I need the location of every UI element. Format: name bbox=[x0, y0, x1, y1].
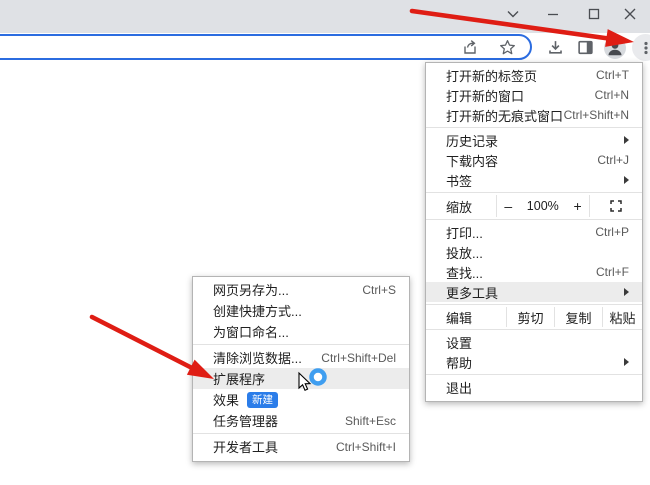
submenu-arrow-icon bbox=[624, 136, 629, 144]
menu-item-shortcut: Ctrl+Shift+I bbox=[336, 440, 396, 454]
menu-item-shortcut: Shift+Esc bbox=[345, 414, 396, 428]
menu-dots-icon bbox=[638, 40, 650, 56]
menu-item-settings[interactable]: 设置 bbox=[426, 332, 642, 352]
menu-item-zoom: 缩放 – 100% + bbox=[426, 195, 642, 217]
minimize-button[interactable] bbox=[536, 2, 570, 26]
menu-item-shortcut: Ctrl+Shift+Del bbox=[321, 351, 396, 365]
menu-separator bbox=[426, 127, 642, 128]
menu-item-shortcut: Ctrl+Shift+N bbox=[564, 108, 629, 122]
menu-item-name-window[interactable]: 为窗口命名... bbox=[193, 321, 409, 342]
menu-item-label: 缩放 bbox=[446, 197, 496, 216]
menu-item-cast[interactable]: 投放... bbox=[426, 242, 642, 262]
menu-item-label: 打印... bbox=[446, 223, 595, 242]
menu-item-history[interactable]: 历史记录 bbox=[426, 130, 642, 150]
menu-item-label: 打开新的无痕式窗口 bbox=[446, 106, 564, 125]
menu-item-effects[interactable]: 效果 新建 bbox=[193, 389, 409, 410]
paste-button[interactable]: 粘贴 bbox=[603, 308, 642, 327]
cut-button[interactable]: 剪切 bbox=[507, 308, 554, 327]
menu-separator bbox=[426, 329, 642, 330]
menu-item-label: 退出 bbox=[446, 378, 629, 397]
menu-item-new-incognito-window[interactable]: 打开新的无痕式窗口 Ctrl+Shift+N bbox=[426, 105, 642, 125]
menu-item-downloads[interactable]: 下载内容 Ctrl+J bbox=[426, 150, 642, 170]
zoom-in-button[interactable]: + bbox=[573, 198, 581, 214]
menu-item-shortcut: Ctrl+F bbox=[596, 265, 629, 279]
menu-item-shortcut: Ctrl+P bbox=[595, 225, 629, 239]
menu-item-bookmarks[interactable]: 书签 bbox=[426, 170, 642, 190]
menu-item-shortcut: Ctrl+T bbox=[596, 68, 629, 82]
menu-item-edit: 编辑 剪切 复制 粘贴 bbox=[426, 307, 642, 327]
bookmark-star-icon[interactable] bbox=[494, 34, 520, 60]
menu-separator bbox=[426, 192, 642, 193]
menu-item-extensions[interactable]: 扩展程序 bbox=[193, 368, 409, 389]
menu-item-label: 清除浏览数据... bbox=[213, 348, 321, 367]
menu-item-label: 开发者工具 bbox=[213, 437, 336, 456]
submenu-arrow-icon bbox=[624, 176, 629, 184]
fullscreen-button[interactable] bbox=[590, 200, 642, 212]
menu-item-label: 查找... bbox=[446, 263, 596, 282]
menu-item-label: 更多工具 bbox=[446, 283, 618, 302]
menu-item-developer-tools[interactable]: 开发者工具 Ctrl+Shift+I bbox=[193, 436, 409, 457]
menu-separator bbox=[426, 304, 642, 305]
fullscreen-icon bbox=[610, 200, 622, 212]
menu-item-label: 历史记录 bbox=[446, 131, 618, 150]
menu-separator bbox=[426, 219, 642, 220]
menu-item-save-page-as[interactable]: 网页另存为... Ctrl+S bbox=[193, 279, 409, 300]
menu-item-task-manager[interactable]: 任务管理器 Shift+Esc bbox=[193, 410, 409, 431]
menu-item-label: 设置 bbox=[446, 333, 629, 352]
menu-item-shortcut: Ctrl+S bbox=[362, 283, 396, 297]
maximize-button[interactable] bbox=[577, 2, 611, 26]
menu-item-exit[interactable]: 退出 bbox=[426, 377, 642, 397]
menu-item-label: 投放... bbox=[446, 243, 629, 262]
menu-separator bbox=[193, 433, 409, 434]
menu-item-new-window[interactable]: 打开新的窗口 Ctrl+N bbox=[426, 85, 642, 105]
zoom-level-value: 100% bbox=[527, 199, 559, 213]
menu-item-find[interactable]: 查找... Ctrl+F bbox=[426, 262, 642, 282]
menu-separator bbox=[426, 374, 642, 375]
menu-item-label: 打开新的窗口 bbox=[446, 86, 595, 105]
submenu-arrow-icon bbox=[624, 288, 629, 296]
menu-item-shortcut: Ctrl+N bbox=[595, 88, 629, 102]
window-titlebar bbox=[0, 0, 650, 33]
menu-item-print[interactable]: 打印... Ctrl+P bbox=[426, 222, 642, 242]
share-icon[interactable] bbox=[456, 34, 482, 60]
profile-icon[interactable] bbox=[602, 35, 628, 61]
menu-item-label: 下载内容 bbox=[446, 151, 597, 170]
menu-item-more-tools[interactable]: 更多工具 bbox=[426, 282, 642, 302]
menu-item-create-shortcut[interactable]: 创建快捷方式... bbox=[193, 300, 409, 321]
side-panel-icon[interactable] bbox=[572, 35, 598, 61]
menu-separator bbox=[193, 344, 409, 345]
menu-item-shortcut: Ctrl+J bbox=[597, 153, 629, 167]
menu-item-new-tab[interactable]: 打开新的标签页 Ctrl+T bbox=[426, 65, 642, 85]
menu-item-label: 扩展程序 bbox=[213, 369, 396, 388]
browser-main-menu: 打开新的标签页 Ctrl+T 打开新的窗口 Ctrl+N 打开新的无痕式窗口 C… bbox=[425, 62, 643, 402]
more-tools-submenu: 网页另存为... Ctrl+S 创建快捷方式... 为窗口命名... 清除浏览数… bbox=[192, 276, 410, 462]
address-bar[interactable] bbox=[0, 34, 532, 60]
menu-item-label: 为窗口命名... bbox=[213, 322, 396, 341]
download-icon[interactable] bbox=[542, 35, 568, 61]
menu-item-label: 书签 bbox=[446, 171, 618, 190]
menu-item-label: 打开新的标签页 bbox=[446, 66, 596, 85]
copy-button[interactable]: 复制 bbox=[555, 308, 602, 327]
menu-item-clear-browsing-data[interactable]: 清除浏览数据... Ctrl+Shift+Del bbox=[193, 347, 409, 368]
menu-item-label: 效果 bbox=[213, 390, 239, 409]
menu-item-label: 编辑 bbox=[446, 308, 506, 327]
menu-item-label: 创建快捷方式... bbox=[213, 301, 396, 320]
close-button[interactable] bbox=[613, 2, 647, 26]
menu-item-help[interactable]: 帮助 bbox=[426, 352, 642, 372]
submenu-arrow-icon bbox=[624, 358, 629, 366]
new-badge: 新建 bbox=[247, 392, 278, 408]
zoom-out-button[interactable]: – bbox=[504, 198, 512, 214]
menu-item-label: 网页另存为... bbox=[213, 280, 362, 299]
browser-menu-button[interactable] bbox=[632, 34, 650, 61]
menu-item-label: 任务管理器 bbox=[213, 411, 345, 430]
chevron-down-icon[interactable] bbox=[496, 2, 530, 26]
menu-item-label: 帮助 bbox=[446, 353, 618, 372]
